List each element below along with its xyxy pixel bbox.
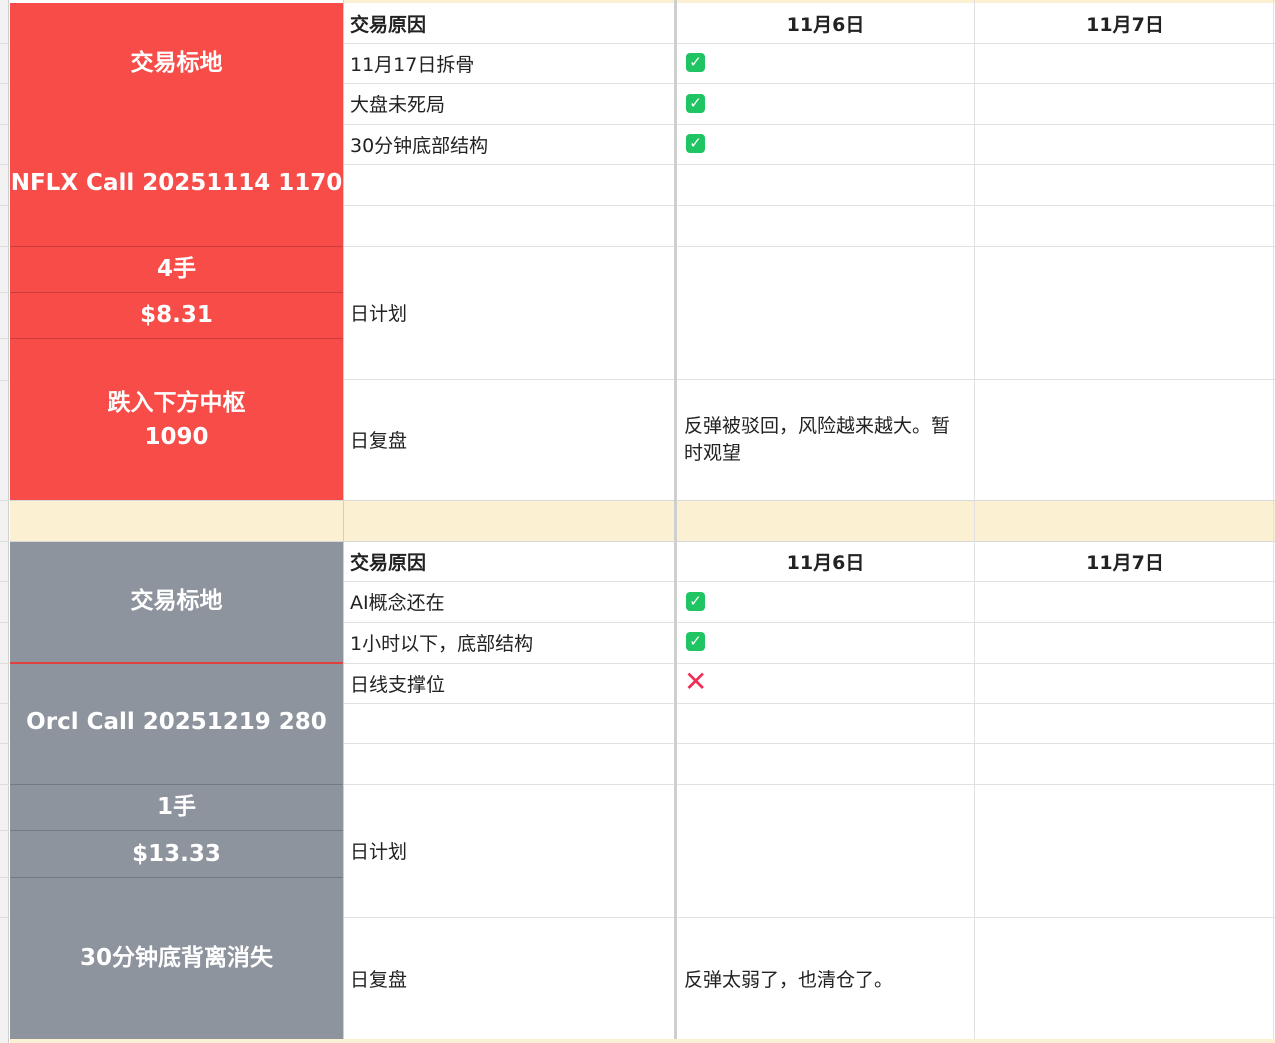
position-quantity: 1手 <box>156 794 196 820</box>
contract-symbol: NFLX Call 20251114 1170 <box>10 170 343 196</box>
reason-item[interactable]: 日线支撑位 <box>343 663 675 703</box>
date-header-2: 11月7日 <box>1086 13 1164 36</box>
target-label: 交易标地 <box>130 588 223 614</box>
cross-icon[interactable]: ✕ <box>684 668 707 696</box>
daily-plan-label: 日计划 <box>350 841 408 863</box>
review-note[interactable]: 反弹太弱了，也清仓了。 <box>677 960 974 1000</box>
contract-symbol: Orcl Call 20251219 280 <box>26 709 327 735</box>
entry-price: $8.31 <box>140 302 213 328</box>
entry-price: $13.33 <box>132 840 221 867</box>
stop-condition-line2: 1090 <box>144 424 209 450</box>
date-header-1: 11月6日 <box>786 552 865 574</box>
check-box-icon[interactable]: ✓ <box>686 94 705 113</box>
reason-item[interactable]: 1小时以下，底部结构 <box>343 622 675 663</box>
target-label: 交易标地 <box>130 50 223 76</box>
check-box-icon[interactable]: ✓ <box>686 632 705 651</box>
separator-row <box>10 501 1275 541</box>
reason-header: 交易原因 <box>350 552 427 574</box>
reason-header: 交易原因 <box>350 13 427 36</box>
date-header-2: 11月7日 <box>1086 552 1164 574</box>
check-box-icon[interactable]: ✓ <box>686 592 705 611</box>
reason-item[interactable]: 大盘未死局 <box>343 83 675 124</box>
reason-item[interactable]: 30分钟底部结构 <box>343 124 675 164</box>
check-box-icon[interactable]: ✓ <box>686 53 705 72</box>
review-note[interactable]: 反弹被驳回，风险越来越大。暂时观望 <box>677 400 974 480</box>
stop-condition-line1: 跌入下方中枢 <box>107 390 246 416</box>
daily-plan-label: 日计划 <box>350 303 408 325</box>
stop-condition: 跌入下方中枢 1090 <box>10 380 343 460</box>
row-gutter <box>0 0 9 1043</box>
stop-condition: 30分钟底背离消失 <box>79 945 273 971</box>
check-box-icon[interactable]: ✓ <box>686 134 705 153</box>
daily-review-label: 日复盘 <box>350 430 408 452</box>
date-header-1: 11月6日 <box>786 13 865 36</box>
reason-item[interactable]: AI概念还在 <box>343 581 675 622</box>
daily-review-label: 日复盘 <box>350 968 408 991</box>
position-quantity: 4手 <box>156 256 196 282</box>
reason-item[interactable]: 11月17日拆骨 <box>343 43 675 83</box>
